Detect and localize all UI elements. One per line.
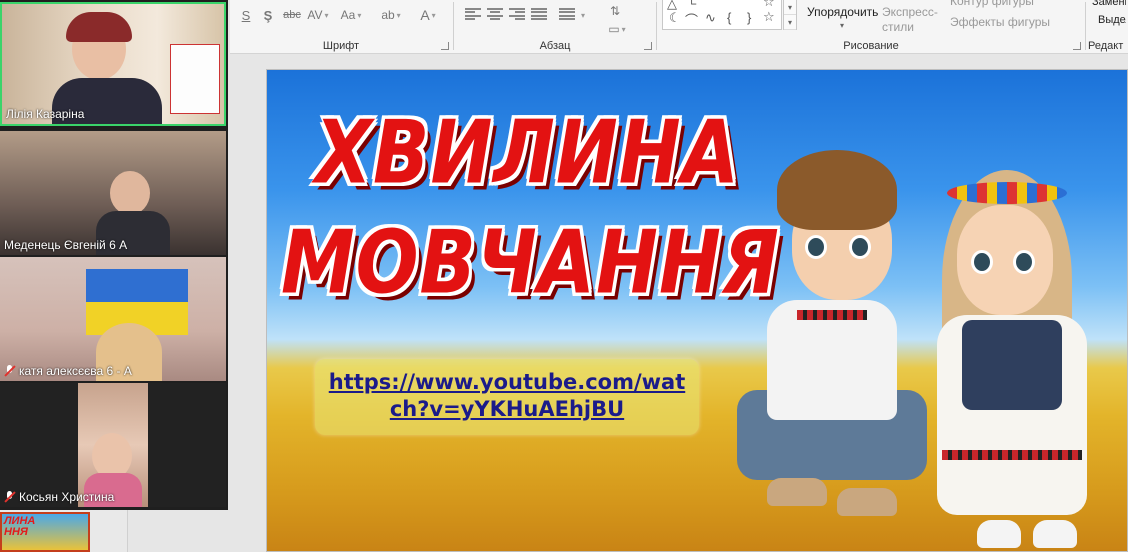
shapes-more-icon[interactable]: ▾ — [784, 15, 796, 30]
shapes-scroll-down-icon[interactable]: ▾ — [784, 0, 796, 15]
boy-left-eye — [805, 235, 827, 259]
editing-group: Заменить Выделить Редакт — [1088, 0, 1128, 54]
shape-effects-button[interactable]: Эффекты фигуры — [950, 15, 1050, 29]
slide-canvas[interactable]: ХВИЛИНА МОВЧАННЯ https://www.youtube.com… — [266, 69, 1128, 552]
arrange-dropdown-icon[interactable]: ▾ — [840, 21, 844, 30]
align-left-icon[interactable] — [465, 8, 481, 20]
shadow-button[interactable]: S — [238, 6, 254, 24]
font-dialog-launcher-icon[interactable] — [441, 42, 449, 50]
left-brace-icon[interactable]: { — [727, 10, 731, 25]
wall-poster — [170, 44, 220, 114]
boy-embroidery — [797, 310, 867, 320]
flower-wreath — [947, 182, 1067, 204]
paragraph-dialog-launcher-icon[interactable] — [644, 42, 652, 50]
boy-right-shoe — [837, 488, 897, 516]
participant-tile[interactable]: Косьян Христина — [0, 383, 226, 507]
boy-right-eye — [849, 235, 871, 259]
star-shape-icon[interactable]: ☆ — [763, 9, 775, 25]
app-window: S Ş abc AV ▾ Aa ▾ ab ▾ A ▾ Шрифт ▾ ⇅ ▭ ▾ Абза… — [0, 0, 1128, 552]
columns-icon[interactable] — [559, 8, 575, 20]
highlight-button[interactable]: ab ▾ — [376, 6, 406, 24]
editing-group-label: Редакт — [1088, 40, 1124, 52]
participant-tile[interactable]: Лілія Казаріна — [0, 2, 226, 126]
drawing-dialog-launcher-icon[interactable] — [1073, 42, 1081, 50]
arrange-button[interactable]: Упорядочить — [807, 5, 878, 19]
youtube-link[interactable]: https://www.youtube.com/wat ch?v=yYKHuAE… — [315, 369, 699, 423]
paragraph-group-label: Абзац — [539, 40, 571, 52]
shapes-gallery[interactable]: △ └ ☾ ⌒ ∿ { } ☆ ☆ — [662, 0, 782, 30]
font-group-label: Шрифт — [322, 40, 360, 52]
video-participants-panel: Лілія Казаріна Меденець Євгеній 6 А катя… — [0, 0, 228, 510]
text-shadow-icon[interactable]: Ş — [260, 6, 276, 24]
ribbon-separator — [656, 2, 657, 50]
shape-outline-button[interactable]: Контур фигуры — [950, 0, 1034, 8]
participant-face — [110, 171, 150, 215]
slide-title-line2: МОВЧАННЯ — [281, 212, 780, 314]
thumbnail-title-line2: ННЯ — [4, 526, 28, 538]
text-direction-icon[interactable]: ⇅ — [605, 2, 625, 20]
smartart-icon[interactable]: ▭ ▾ — [605, 20, 629, 38]
mic-muted-icon — [4, 491, 16, 503]
girl-embroidery — [942, 450, 1082, 460]
quick-styles-button[interactable]: Экспресс-стили — [882, 5, 940, 35]
girl-left-eye — [971, 250, 993, 274]
ribbon-separator — [453, 2, 454, 50]
girl-right-eye — [1013, 250, 1035, 274]
star-outline-icon[interactable]: ☆ — [763, 0, 775, 10]
wave-shape-icon[interactable]: ∿ — [705, 10, 716, 26]
kids-illustration — [737, 150, 1127, 551]
strikethrough-button[interactable]: abc — [282, 6, 302, 24]
slide-title-line1: ХВИЛИНА — [315, 102, 740, 204]
curly-bracket-icon[interactable]: ☾ — [669, 10, 681, 26]
right-brace-icon[interactable]: } — [747, 10, 751, 25]
boy-hair — [777, 150, 897, 230]
link-textbox[interactable]: https://www.youtube.com/wat ch?v=yYKHuAE… — [315, 359, 699, 435]
participant-name: Косьян Христина — [4, 490, 114, 504]
boy-left-shoe — [767, 478, 827, 506]
participant-tile[interactable]: Меденець Євгеній 6 А — [0, 131, 226, 255]
character-spacing-button[interactable]: AV ▾ — [306, 6, 330, 24]
align-center-icon[interactable] — [487, 8, 503, 20]
justify-icon[interactable] — [531, 8, 547, 20]
participant-name: катя алексєєва 6 - А — [4, 364, 132, 378]
ribbon-separator — [1085, 2, 1086, 50]
participant-hair — [66, 12, 132, 42]
participant-tile[interactable]: катя алексєєва 6 - А — [0, 257, 226, 381]
select-button[interactable]: Выделить — [1098, 14, 1126, 26]
shapes-gallery-scroll[interactable]: ▾ ▾ — [783, 0, 797, 30]
paragraph-group: ▾ ⇅ ▭ ▾ Абзац — [455, 0, 655, 54]
mic-muted-icon — [4, 365, 16, 377]
youtube-link-line2[interactable]: ch?v=yYKHuAEhjBU — [390, 397, 624, 421]
font-color-button[interactable]: A ▾ — [414, 6, 442, 24]
participant-video — [78, 383, 148, 507]
girl-vest — [962, 320, 1062, 410]
columns-dropdown-icon[interactable]: ▾ — [577, 6, 587, 24]
girl-left-shoe — [977, 520, 1021, 548]
arc-shape-icon[interactable]: ⌒ — [685, 10, 698, 29]
align-right-icon[interactable] — [509, 8, 525, 20]
drawing-group-label: Рисование — [843, 40, 899, 52]
change-case-button[interactable]: Aa ▾ — [336, 6, 366, 24]
participant-name: Меденець Євгеній 6 А — [4, 238, 128, 252]
replace-button[interactable]: Заменить — [1092, 0, 1126, 8]
youtube-link-line1[interactable]: https://www.youtube.com/wat — [329, 370, 685, 394]
participant-name: Лілія Казаріна — [6, 107, 85, 121]
ribbon: S Ş abc AV ▾ Aa ▾ ab ▾ A ▾ Шрифт ▾ ⇅ ▭ ▾ Абза… — [230, 0, 1128, 54]
ukraine-flag-blue — [86, 269, 188, 302]
girl-right-shoe — [1033, 520, 1077, 548]
font-group: S Ş abc AV ▾ Aa ▾ ab ▾ A ▾ Шрифт — [230, 0, 452, 54]
slide-thumbnail[interactable]: ЛИНА ННЯ — [0, 512, 90, 552]
slide-thumbnails-pane[interactable]: ЛИНА ННЯ — [0, 510, 128, 552]
